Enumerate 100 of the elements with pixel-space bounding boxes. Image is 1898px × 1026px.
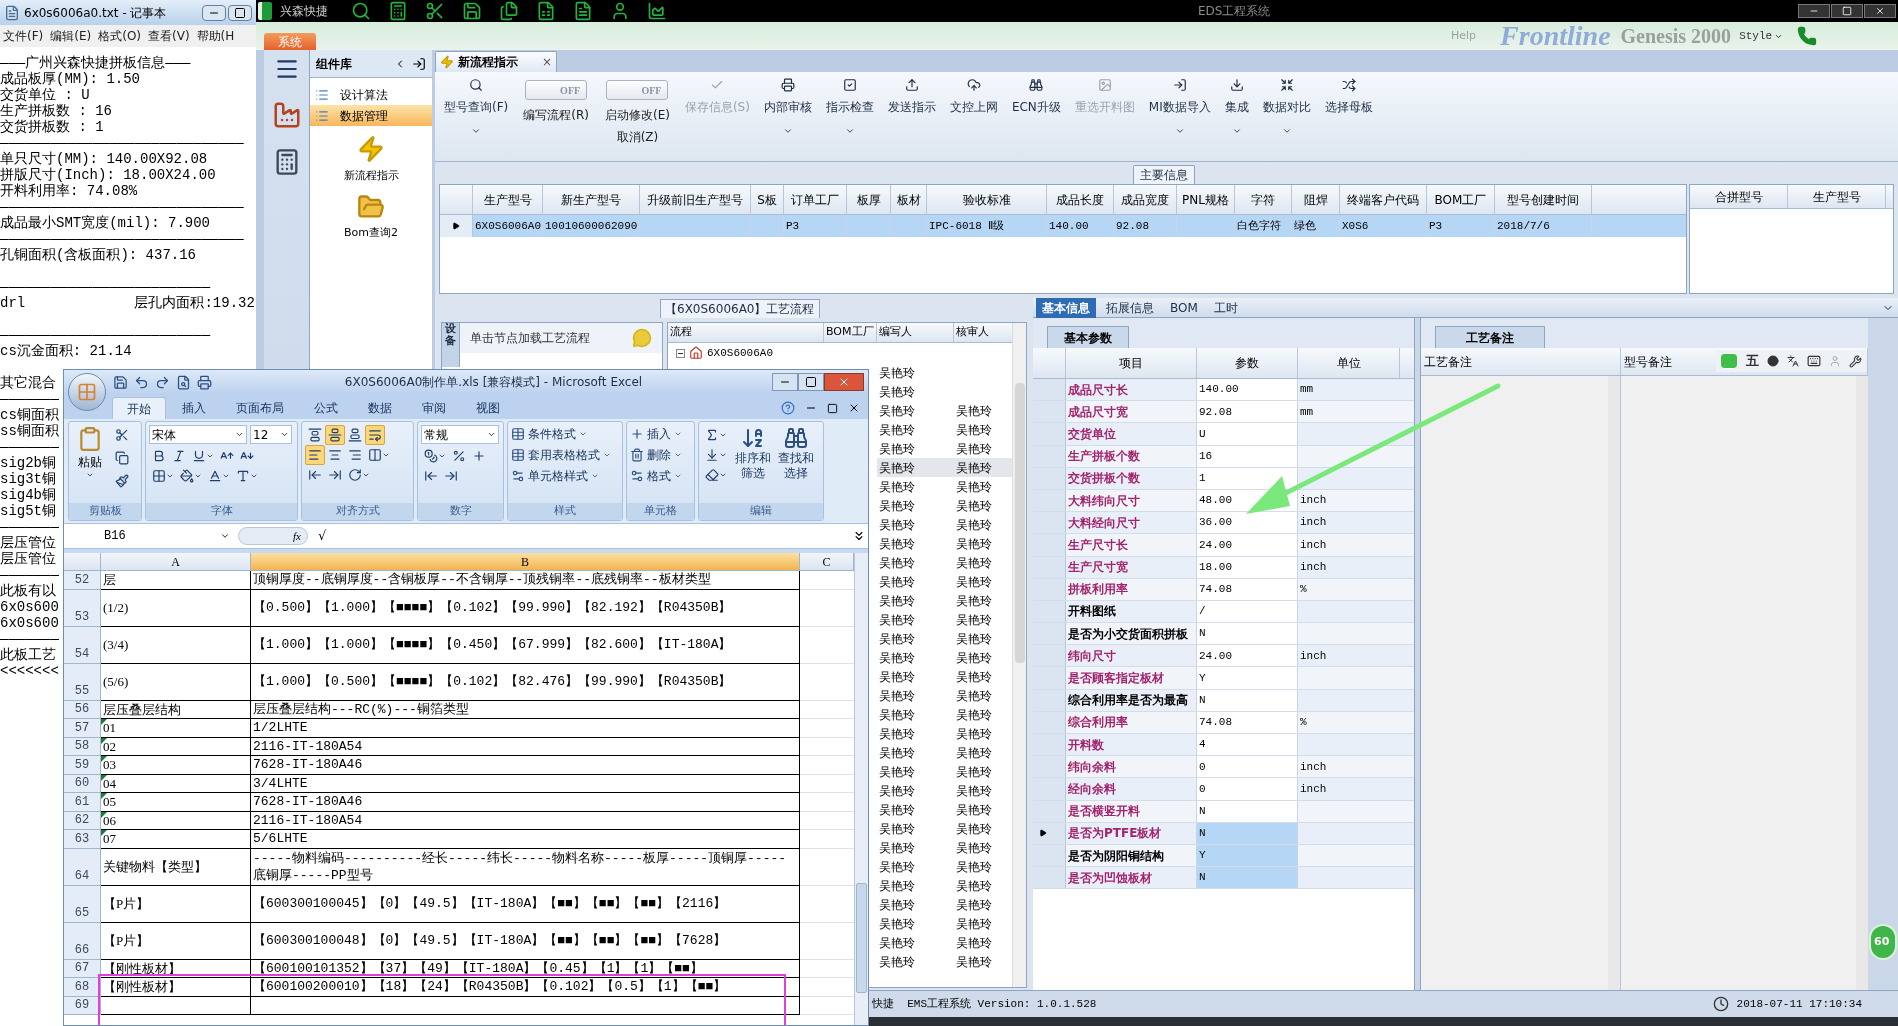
tree-row[interactable]: 吴艳玲 <box>877 382 1014 401</box>
value-cell[interactable]: N <box>1197 822 1298 844</box>
panel-tab[interactable]: 基本参数 <box>1047 326 1129 348</box>
tree-row[interactable]: 吴艳玲 吴艳玲 <box>877 515 1014 534</box>
number-format-select[interactable]: 常规 <box>421 425 499 444</box>
column-header[interactable]: 项目 <box>1066 348 1197 378</box>
tab[interactable]: 基本信息 <box>1036 297 1096 318</box>
function-button[interactable]: fx <box>238 527 308 545</box>
toolbar-button[interactable]: 集成 <box>1221 78 1252 116</box>
ribbon-tab[interactable]: 审阅 <box>408 397 460 419</box>
cells-button[interactable]: 插入 <box>630 425 691 443</box>
style-button[interactable]: 套用表格格式 <box>511 446 619 464</box>
value-cell[interactable]: N <box>1197 867 1298 889</box>
style-menu[interactable]: Style <box>1739 27 1773 45</box>
value-cell[interactable]: 36.00 <box>1197 512 1298 534</box>
cells-button[interactable]: 格式 <box>630 467 691 485</box>
document-tab[interactable]: 新流程指示 × <box>435 51 557 72</box>
column-header[interactable]: 字符 <box>1235 185 1292 214</box>
tree-row[interactable]: 吴艳玲 吴艳玲 <box>877 838 1014 857</box>
value-cell[interactable]: 4 <box>1197 734 1298 756</box>
tree-row[interactable]: 吴艳玲 吴艳玲 <box>877 933 1014 952</box>
tree-row[interactable]: 吴艳玲 吴艳玲 <box>877 857 1014 876</box>
value-cell[interactable]: Y <box>1197 844 1298 867</box>
tab[interactable]: BOM <box>1164 297 1204 318</box>
column-header[interactable]: 单位 <box>1298 348 1400 378</box>
column-header[interactable]: 生产型号 <box>473 185 543 214</box>
tree-row[interactable]: 吴艳玲 吴艳玲 <box>877 743 1014 762</box>
row-number[interactable]: 53 <box>64 589 101 627</box>
tree-row[interactable]: 吴艳玲 <box>877 363 1014 382</box>
tree-row[interactable]: 吴艳玲 吴艳玲 <box>877 420 1014 439</box>
column-header[interactable]: 流程 <box>668 323 824 342</box>
ribbon-tab[interactable]: 数据 <box>354 397 406 419</box>
column-header[interactable]: BOM工厂 <box>824 323 877 342</box>
tree-row[interactable]: 吴艳玲 吴艳玲 <box>877 819 1014 838</box>
ribbon-tab[interactable]: 视图 <box>462 397 514 419</box>
value-cell[interactable]: 0 <box>1197 778 1298 800</box>
value-cell[interactable]: / <box>1197 600 1298 623</box>
column-header[interactable]: 型号创建时间 <box>1495 185 1592 214</box>
row-number[interactable]: 61 <box>64 793 101 812</box>
column-header[interactable]: 阻焊 <box>1292 185 1340 214</box>
tree-row[interactable]: 吴艳玲 吴艳玲 <box>877 553 1014 572</box>
tree-row[interactable]: 吴艳玲 吴艳玲 <box>877 686 1014 705</box>
close-button[interactable]: × <box>541 53 552 71</box>
tree-row[interactable]: 吴艳玲 吴艳玲 <box>877 572 1014 591</box>
row-number[interactable]: 55 <box>64 663 101 701</box>
column-header[interactable]: 成品长度 <box>1047 185 1114 214</box>
formula-field[interactable]: √ <box>318 526 852 546</box>
column-header[interactable]: 成品宽度 <box>1114 185 1177 214</box>
font-select[interactable]: 宋体 <box>149 425 247 444</box>
style-button[interactable]: 单元格样式 <box>511 467 619 485</box>
tree-node[interactable]: 6X0S6006A0 <box>707 344 773 362</box>
style-button[interactable]: 条件格式 <box>511 425 619 443</box>
paste-button[interactable]: 粘贴 <box>72 425 108 491</box>
value-cell[interactable]: Y <box>1197 667 1298 689</box>
tree-row[interactable]: 吴艳玲 吴艳玲 <box>877 667 1014 686</box>
column-header[interactable]: PNL规格 <box>1177 185 1235 214</box>
font-size-select[interactable]: 12 <box>250 425 292 444</box>
toolbar-button[interactable]: 数据对比 <box>1259 78 1314 116</box>
value-cell[interactable]: 92.08 <box>1197 401 1298 423</box>
value-cell[interactable]: 24.00 <box>1197 534 1298 556</box>
row-number[interactable]: 64 <box>64 848 101 886</box>
tab[interactable]: 拓展信息 <box>1100 297 1160 318</box>
table-row[interactable]: 6X0S6006A0 10010600062090 P3 IPC-6018 Ⅱ级 140.00 92.08 白色字符 绿色 X0S6 P3 2018/7/6 <box>440 215 1686 237</box>
ime-mode[interactable]: 五 <box>1746 351 1759 371</box>
column-header[interactable]: 升级前旧生产型号 <box>640 185 751 214</box>
tree-row[interactable]: 吴艳玲 吴艳玲 <box>877 762 1014 781</box>
tree-row[interactable]: 吴艳玲 吴艳玲 <box>877 800 1014 819</box>
column-header[interactable]: 编写人 <box>877 323 954 342</box>
find-select-button[interactable]: 查找和选择 <box>776 425 816 485</box>
value-cell[interactable]: N <box>1197 623 1298 645</box>
tree-row[interactable]: 吴艳玲 吴艳玲 <box>877 781 1014 800</box>
column-header[interactable]: 合拼型号 <box>1690 185 1788 208</box>
tree-row[interactable]: 吴艳玲 吴艳玲 <box>877 591 1014 610</box>
toolbar-button[interactable]: 文控上网 <box>946 78 1001 116</box>
column-header[interactable]: 板材 <box>891 185 927 214</box>
toolbar-button[interactable]: MI数据导入 <box>1145 78 1214 116</box>
menu-item[interactable]: 文件(F) <box>3 27 44 45</box>
menu-item[interactable]: 查看(V) <box>148 27 190 45</box>
side-tab[interactable]: 设备 <box>442 323 460 367</box>
tree-row[interactable]: 吴艳玲 吴艳玲 <box>877 610 1014 629</box>
toolbar-button[interactable]: ECN升级 <box>1008 78 1064 116</box>
row-number[interactable]: 52 <box>64 571 101 590</box>
ribbon-tab[interactable]: 公式 <box>300 397 352 419</box>
tree-row[interactable]: 吴艳玲 吴艳玲 <box>877 648 1014 667</box>
tree-row[interactable]: 吴艳玲 吴艳玲 <box>877 534 1014 553</box>
launcher-button[interactable]: 新流程指示 <box>310 134 432 185</box>
toolbar-button[interactable]: 型号查询(F) <box>441 78 512 116</box>
tree-row[interactable]: 吴艳玲 吴艳玲 <box>877 876 1014 895</box>
toolbar-button[interactable]: 内部审核 <box>760 78 815 116</box>
value-cell[interactable]: N <box>1197 689 1298 711</box>
ribbon-tab[interactable]: 开始 <box>112 397 166 419</box>
toolbar-button[interactable]: 指示检查 <box>822 78 877 116</box>
row-number[interactable]: 59 <box>64 756 101 775</box>
column-header[interactable]: 参数 <box>1197 348 1298 378</box>
row-number[interactable]: 63 <box>64 830 101 849</box>
tree-row[interactable]: 吴艳玲 吴艳玲 <box>877 458 1014 477</box>
value-cell[interactable]: 0 <box>1197 756 1298 778</box>
column-header[interactable]: 新生产型号 <box>543 185 640 214</box>
value-cell[interactable]: 74.08 <box>1197 711 1298 733</box>
cells-button[interactable]: 删除 <box>630 446 691 464</box>
